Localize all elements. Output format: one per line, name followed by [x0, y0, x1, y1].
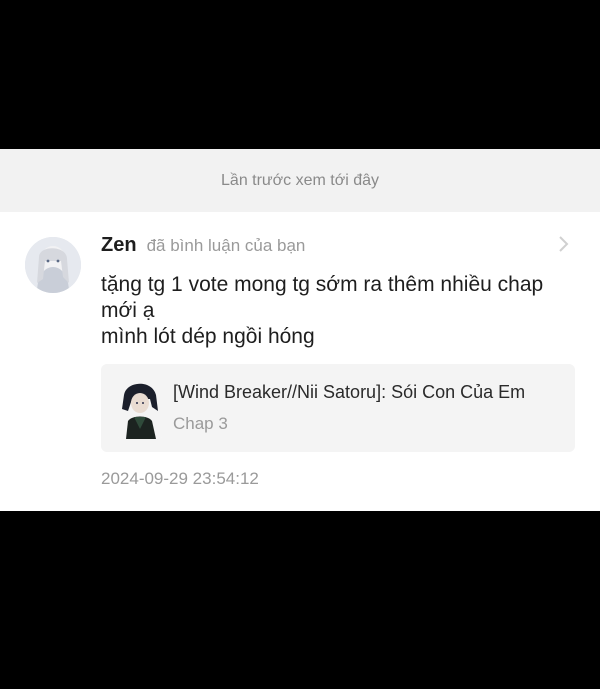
last-read-text: Lần trước xem tới đây	[221, 171, 379, 189]
story-reference-card[interactable]: [Wind Breaker//Nii Satoru]: Sói Con Của …	[101, 364, 575, 452]
top-black-region	[0, 0, 600, 149]
bottom-black-region	[0, 511, 600, 689]
user-avatar[interactable]	[25, 237, 81, 293]
story-cover-image	[118, 377, 162, 439]
comment-text: tặng tg 1 vote mong tg sớm ra thêm nhiều…	[101, 272, 571, 350]
story-title: [Wind Breaker//Nii Satoru]: Sói Con Của …	[173, 382, 526, 402]
comment-notification-card[interactable]: Zen đã bình luận của bạn tặng tg 1 vote …	[0, 212, 600, 511]
action-text: đã bình luận của bạn	[146, 236, 306, 255]
user-name[interactable]: Zen	[101, 234, 137, 257]
story-chapter: Chap 3	[173, 414, 228, 433]
comment-line: mới ạ	[101, 299, 155, 322]
comment-header: Zen đã bình luận của bạn	[101, 234, 570, 262]
comment-timestamp: 2024-09-29 23:54:12	[101, 469, 259, 488]
comment-line: mình lót dép ngồi hóng	[101, 325, 315, 348]
last-read-banner: Lần trước xem tới đây	[0, 149, 600, 212]
comment-line: tặng tg 1 vote mong tg sớm ra thêm nhiều…	[101, 273, 544, 296]
chevron-right-icon[interactable]	[556, 234, 572, 254]
